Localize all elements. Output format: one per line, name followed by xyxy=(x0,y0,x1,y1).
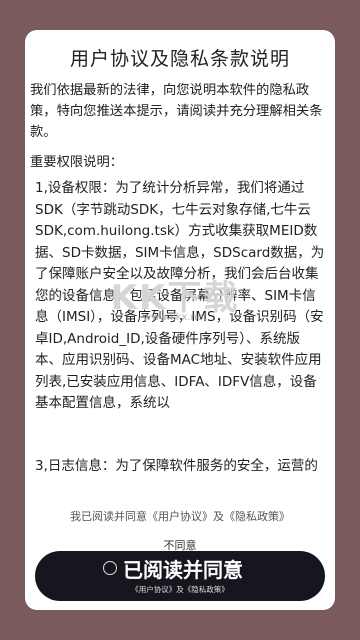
radio-circle-icon xyxy=(103,561,117,575)
privacy-dialog: 用户协议及隐私条款说明 我们依据最新的法律，向您说明本软件的隐私政策，特向您推送… xyxy=(25,30,335,610)
permission-paragraph: 1,设备权限：为了统计分析异常，我们将通过SDK（字节跳动SDK，七牛云对象存储… xyxy=(35,180,325,411)
accept-button-label: 已阅读并同意 xyxy=(123,558,243,582)
intro-text: 我们依据最新的法律，向您说明本软件的隐私政策，特向您推送本提示，请阅读并充分理解… xyxy=(30,83,323,140)
accept-button[interactable]: 已阅读并同意 《用户协议》及《隐私政策》 xyxy=(35,551,325,601)
accept-button-subtext: 《用户协议》及《隐私政策》 xyxy=(131,585,229,594)
dialog-title: 用户协议及隐私条款说明 xyxy=(69,48,290,70)
section-title: 重要权限说明： xyxy=(30,155,124,170)
log-paragraph: 3,日志信息：为了保障软件服务的安全，运营的质量以及效率，我们会收集您的日志信息… xyxy=(35,458,318,473)
agree-statement: 我已阅读并同意《用户协议》及《隐私政策》 xyxy=(70,510,290,523)
policy-scroll-area[interactable]: 1,设备权限：为了统计分析异常，我们将通过SDK（字节跳动SDK，七牛云对象存储… xyxy=(35,178,327,473)
